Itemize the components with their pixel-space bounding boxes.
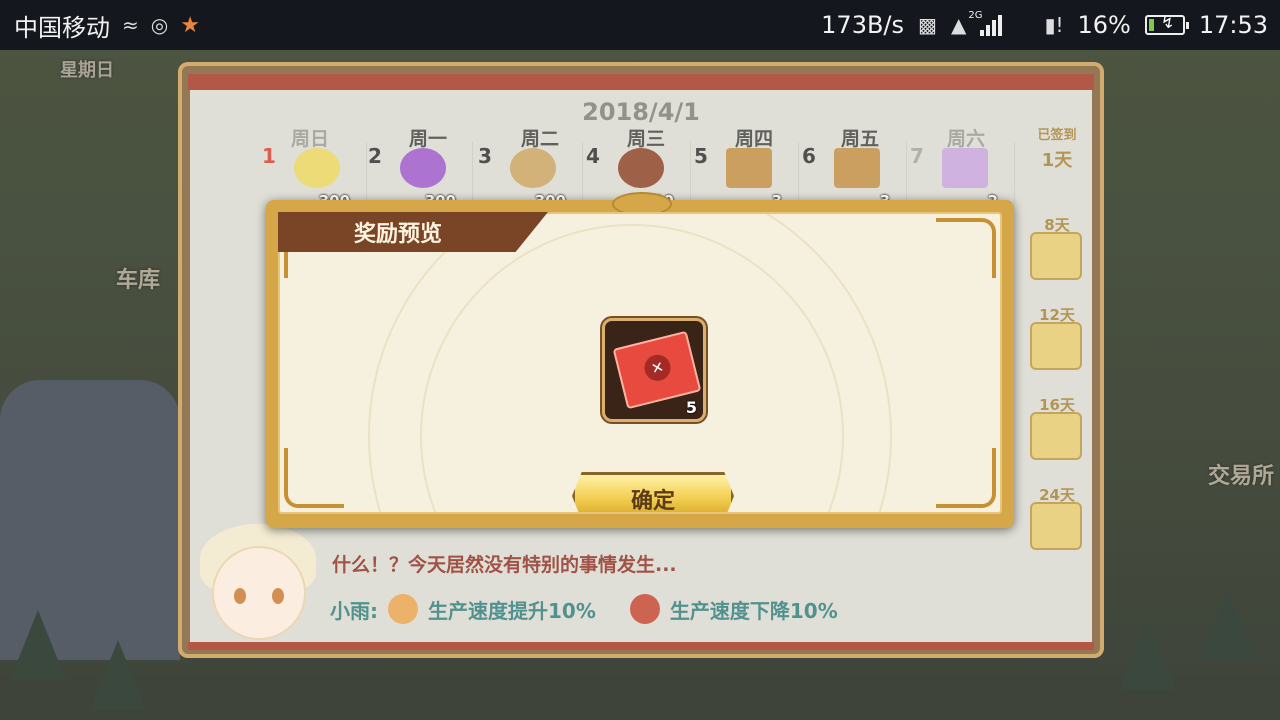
star-icon: ★ xyxy=(180,12,200,38)
reward-preview-body: ✕ 5 确定 xyxy=(278,212,1002,514)
effect-character: 小雨: xyxy=(330,598,378,623)
calendar-date: 2018/4/1 xyxy=(582,98,700,126)
day-number: 3 xyxy=(478,144,492,168)
net-speed: 173B/s xyxy=(821,11,905,39)
confirm-button[interactable]: 确定 xyxy=(572,472,734,514)
reward-preview-dialog: ✕ 5 确定 奖励预览 xyxy=(266,192,1014,528)
day-reward-icon xyxy=(400,148,446,188)
wifi-icon: ▲ xyxy=(950,13,967,37)
day-cell[interactable]: 7 2 xyxy=(908,142,1015,210)
daily-effect-row: 小雨: 生产速度提升10% 生产速度下降10% xyxy=(330,586,890,632)
reward-item-slot[interactable]: ✕ 5 xyxy=(602,318,706,422)
potion-down-icon xyxy=(629,594,660,624)
charging-icon: ↯ xyxy=(1160,13,1175,32)
corner-ornament xyxy=(936,218,996,278)
milestone-chest-icon[interactable] xyxy=(1030,412,1082,460)
day-cell[interactable]: 2 300 xyxy=(366,142,473,210)
day-reward-icon xyxy=(618,148,664,188)
potion-up-icon xyxy=(388,594,418,624)
confirm-button-label: 确定 xyxy=(630,489,675,514)
status-bar-right: 173B/s ▩ ▲ 2G ▮! 16% ↯ 17:53 xyxy=(821,0,1268,50)
signed-label: 已签到 xyxy=(1037,128,1077,143)
vibrate-icon: ▩ xyxy=(918,13,937,37)
clock: 17:53 xyxy=(1198,11,1268,39)
day-number: 1 xyxy=(262,144,276,168)
milestone-chest-icon[interactable] xyxy=(1030,502,1082,550)
daily-message: 什么！？今天居然没有特别的事情发生... xyxy=(332,554,677,576)
mascot-character xyxy=(190,510,330,660)
dialog-title-banner: 奖励预览 xyxy=(278,212,548,252)
milestone-chest-icon[interactable] xyxy=(1030,232,1082,280)
calendar-top-strip xyxy=(188,74,1094,90)
day-reward-icon xyxy=(510,148,556,188)
day-cell[interactable]: 3 300 xyxy=(476,142,583,210)
day-number: 6 xyxy=(802,144,816,168)
mascot-eye xyxy=(272,588,284,604)
battery-percent: 16% xyxy=(1077,11,1131,39)
battery-fill xyxy=(1148,19,1154,31)
milestone-column: 已签到 1天 8天 12天 16天 24天 xyxy=(1030,118,1084,558)
reward-qty: 5 xyxy=(685,398,697,417)
effect-down-text: 生产速度下降10% xyxy=(669,598,838,623)
carrier-name: 中国移动 xyxy=(14,13,110,42)
day-reward-icon xyxy=(726,148,772,188)
sync-icon: ◎ xyxy=(150,13,169,37)
status-bar: 中国移动 ≈ ◎ ★ 173B/s ▩ ▲ 2G ▮! 16% ↯ 17:53 xyxy=(0,0,1280,50)
day-number: 7 xyxy=(910,144,924,168)
mascot-face xyxy=(212,546,306,640)
day-reward-icon xyxy=(294,148,340,188)
day-cell[interactable]: 5 3 xyxy=(692,142,799,210)
corner-ornament xyxy=(936,448,996,508)
day-number: 2 xyxy=(368,144,382,168)
signed-days: 1天 xyxy=(1041,150,1073,171)
signal-icon xyxy=(980,14,1003,36)
day-number: 4 xyxy=(586,144,600,168)
day-cell[interactable]: 6 3 xyxy=(800,142,907,210)
sim-alert-icon: ▮! xyxy=(1044,13,1064,37)
status-bar-left: 中国移动 ≈ ◎ ★ xyxy=(14,0,200,50)
corner-ornament xyxy=(284,448,344,508)
effect-up-text: 生产速度提升10% xyxy=(428,598,596,623)
network-type: 2G xyxy=(968,9,983,21)
day-reward-icon xyxy=(942,148,988,188)
day-reward-icon xyxy=(834,148,880,188)
dialog-title: 奖励预览 xyxy=(353,222,442,247)
fork-spoon-icon: ✕ xyxy=(641,352,674,384)
mascot-eye xyxy=(234,588,246,604)
battery-icon: ↯ xyxy=(1144,13,1189,35)
day-cell[interactable]: 1 300 xyxy=(260,142,367,210)
wifi-hotspot-icon: ≈ xyxy=(122,13,139,37)
milestone-chest-icon[interactable] xyxy=(1030,322,1082,370)
day-number: 5 xyxy=(694,144,708,168)
